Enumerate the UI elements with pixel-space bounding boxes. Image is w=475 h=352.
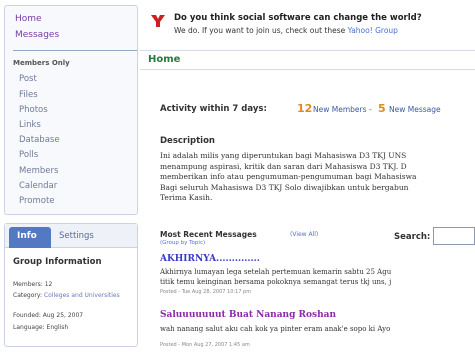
nav-members-link[interactable]: Members <box>19 166 58 176</box>
group-members-count: Members: 12 <box>13 281 53 288</box>
description-line: menampung aspirasi, kritik dan saran dar… <box>160 161 407 171</box>
category-label: Category: <box>13 292 42 299</box>
info-tabs: Info Settings <box>5 224 137 248</box>
group-founded: Founded: Aug 25, 2007 <box>13 312 84 319</box>
yahoo-y-logo-icon[interactable] <box>150 14 166 28</box>
message-body: wah nanang salut aku cah kok ya pinter e… <box>160 324 475 334</box>
new-members-count: 12 <box>297 102 313 115</box>
tab-settings[interactable]: Settings <box>59 231 94 241</box>
banner-subtext-text: We do. If you want to join us, check out… <box>174 26 346 35</box>
nav-database-link[interactable]: Database <box>19 135 60 145</box>
group-language: Language: English <box>13 324 69 331</box>
message-title-link[interactable]: AKHIRNYA.............. <box>160 254 260 264</box>
new-members-link[interactable]: New Members <box>313 105 367 114</box>
nav-polls-link[interactable]: Polls <box>19 150 38 160</box>
search-label: Search: <box>394 232 431 242</box>
group-category: Category: Colleges and Universities <box>13 292 133 300</box>
description-line: Terima Kasih. <box>160 193 213 202</box>
nav-promote-link[interactable]: Promote <box>19 196 55 206</box>
nav-calendar-link[interactable]: Calendar <box>19 181 57 191</box>
group-by-topic-link[interactable]: (Group by Topic) <box>160 240 205 246</box>
description-title: Description <box>160 136 215 146</box>
nav-messages-link[interactable]: Messages <box>15 30 59 40</box>
main-content: Do you think social software can change … <box>140 0 475 352</box>
view-all-link[interactable]: (View All) <box>290 231 318 238</box>
group-info-box: Info Settings Group Information Members:… <box>4 223 138 347</box>
description-body: Ini adalah milis yang diperuntukan bagi … <box>160 151 475 204</box>
message-body-line: wah nanang salut aku cah kok ya pinter e… <box>160 325 391 333</box>
recent-messages-title: Most Recent Messages <box>160 230 257 239</box>
sidebar: Home Messages Members Only Post Files Ph… <box>0 0 140 352</box>
banner-question: Do you think social software can change … <box>174 13 422 23</box>
activity-separator: - <box>369 105 372 114</box>
nav-files-link[interactable]: Files <box>19 90 38 100</box>
description-line: Bagi seluruh Mahasiswa D3 TKJ Solo diwaj… <box>160 182 409 192</box>
message-meta: Posted - Mon Aug 27, 2007 1:45 am <box>160 342 250 348</box>
page-title: Home <box>148 54 181 65</box>
search-input[interactable] <box>433 227 475 245</box>
nav-home-link[interactable]: Home <box>15 14 42 24</box>
group-nav-box: Home Messages Members Only Post Files Ph… <box>4 5 138 215</box>
nav-post-link[interactable]: Post <box>19 74 37 84</box>
banner-group-link[interactable]: Yahoo! Group <box>348 26 398 35</box>
description-line: Ini adalah milis yang diperuntukan bagi … <box>160 151 407 160</box>
message-body-line: titik temu keinginan bersama pokoknya se… <box>160 278 392 286</box>
nav-links-link[interactable]: Links <box>19 120 41 130</box>
tab-info[interactable]: Info <box>9 227 51 248</box>
page-title-bar: Home <box>140 50 475 70</box>
activity-label: Activity within 7 days: <box>160 104 267 114</box>
category-link[interactable]: Colleges and Universities <box>44 292 120 299</box>
yahoo-banner: Do you think social software can change … <box>140 0 475 48</box>
banner-subtext: We do. If you want to join us, check out… <box>174 26 398 35</box>
message-body: Akhirnya lumayan lega setelah pertemuan … <box>160 267 475 287</box>
group-info-title: Group Information <box>13 257 102 267</box>
new-messages-count: 5 <box>378 102 386 115</box>
new-messages-link[interactable]: New Message <box>389 105 441 114</box>
description-line: memberikan info atau pengumuman-pengumum… <box>160 172 417 181</box>
message-body-line: Akhirnya lumayan lega setelah pertemuan … <box>160 268 392 276</box>
message-title-link[interactable]: Saluuuuuuut Buat Nanang Roshan <box>160 310 336 320</box>
nav-divider <box>13 50 137 51</box>
message-meta: Posted - Tue Aug 28, 2007 10:17 pm <box>160 289 252 295</box>
members-only-heading: Members Only <box>13 59 70 67</box>
nav-photos-link[interactable]: Photos <box>19 105 48 115</box>
